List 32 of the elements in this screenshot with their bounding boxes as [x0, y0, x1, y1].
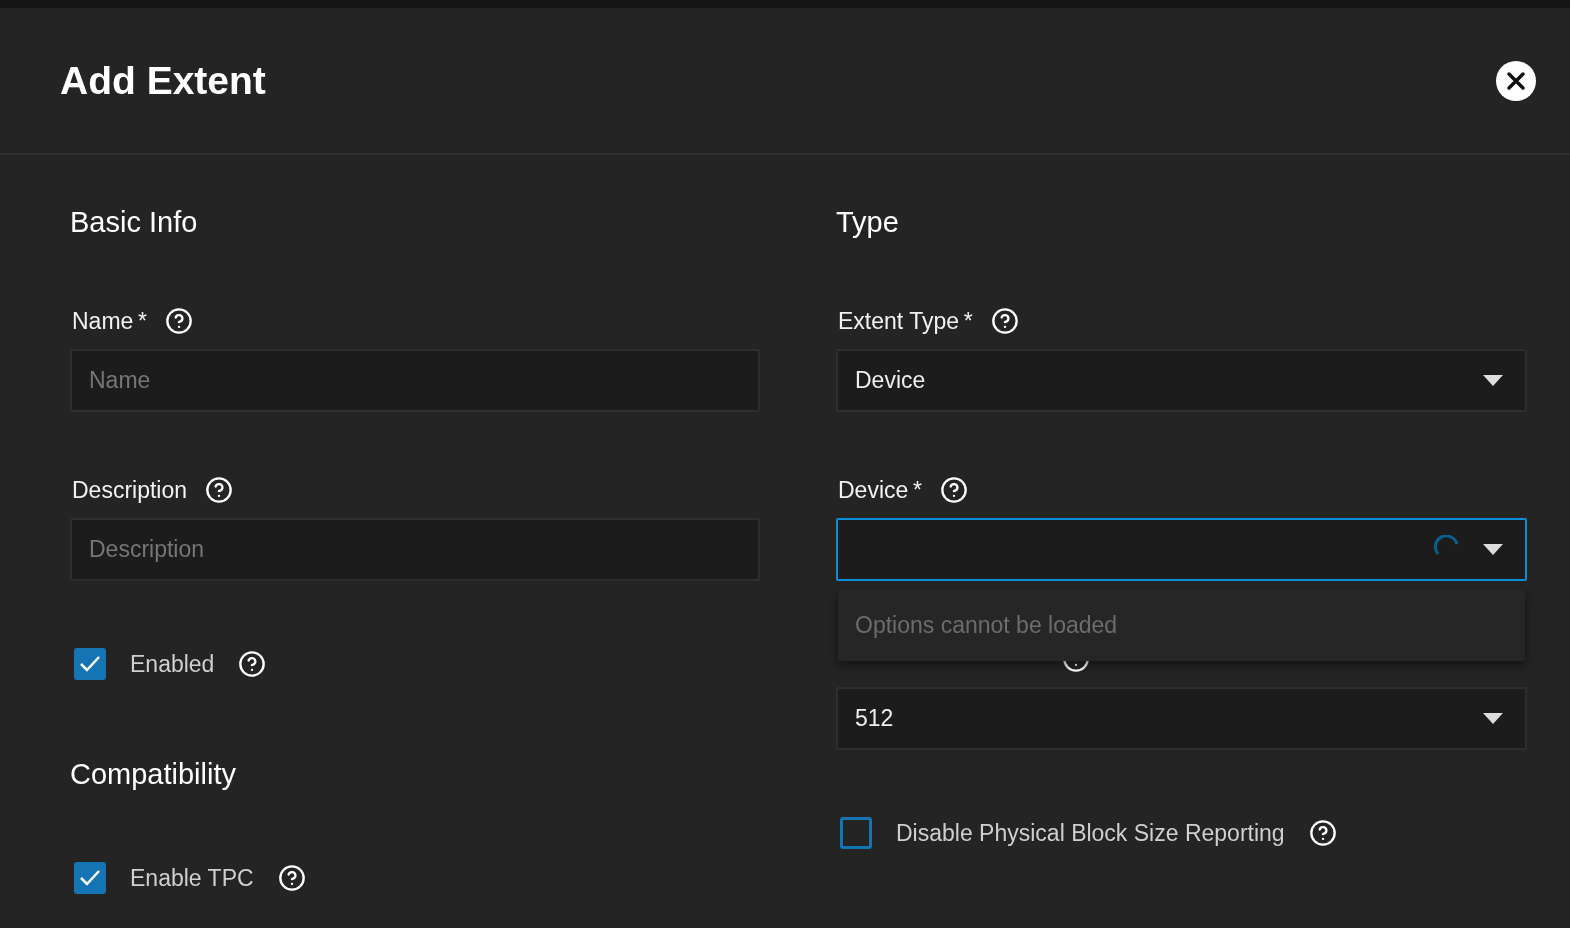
close-button[interactable] — [1496, 60, 1536, 101]
select-field[interactable]: 512 — [836, 687, 1527, 750]
caret-icon — [1483, 713, 1503, 724]
checkbox-label: Enabled — [130, 650, 215, 678]
text-field[interactable]: Description — [70, 518, 760, 581]
help-icon[interactable] — [1308, 819, 1337, 847]
checkbox[interactable] — [74, 648, 106, 680]
help-icon[interactable] — [990, 307, 1019, 335]
caret-icon — [1483, 544, 1503, 555]
checkbox-label: Enable TPC — [130, 864, 254, 892]
checkbox[interactable] — [840, 817, 872, 849]
help-icon[interactable] — [238, 650, 267, 678]
section-title: Type — [836, 205, 899, 239]
field-label: Extent Type * — [838, 307, 973, 335]
help-icon[interactable] — [277, 864, 306, 892]
checkbox[interactable] — [74, 862, 106, 894]
field-label: Name * — [72, 307, 147, 335]
section-title: Compatibility — [70, 757, 236, 791]
help-icon[interactable] — [205, 476, 234, 504]
select-field[interactable]: Device — [836, 349, 1527, 412]
section-title: Basic Info — [70, 205, 198, 239]
field-label: Description — [72, 476, 188, 504]
options-message: Options cannot be loaded — [855, 611, 1118, 639]
dialog-title: Add Extent — [60, 58, 266, 103]
caret-icon — [1483, 375, 1503, 386]
field-label: Device * — [838, 476, 922, 504]
help-icon[interactable] — [939, 476, 968, 504]
help-icon[interactable] — [164, 307, 193, 335]
select-field[interactable] — [836, 518, 1527, 581]
text-field[interactable]: Name — [70, 349, 760, 412]
close-icon — [1506, 70, 1526, 91]
checkbox-label: Disable Physical Block Size Reporting — [896, 819, 1285, 847]
